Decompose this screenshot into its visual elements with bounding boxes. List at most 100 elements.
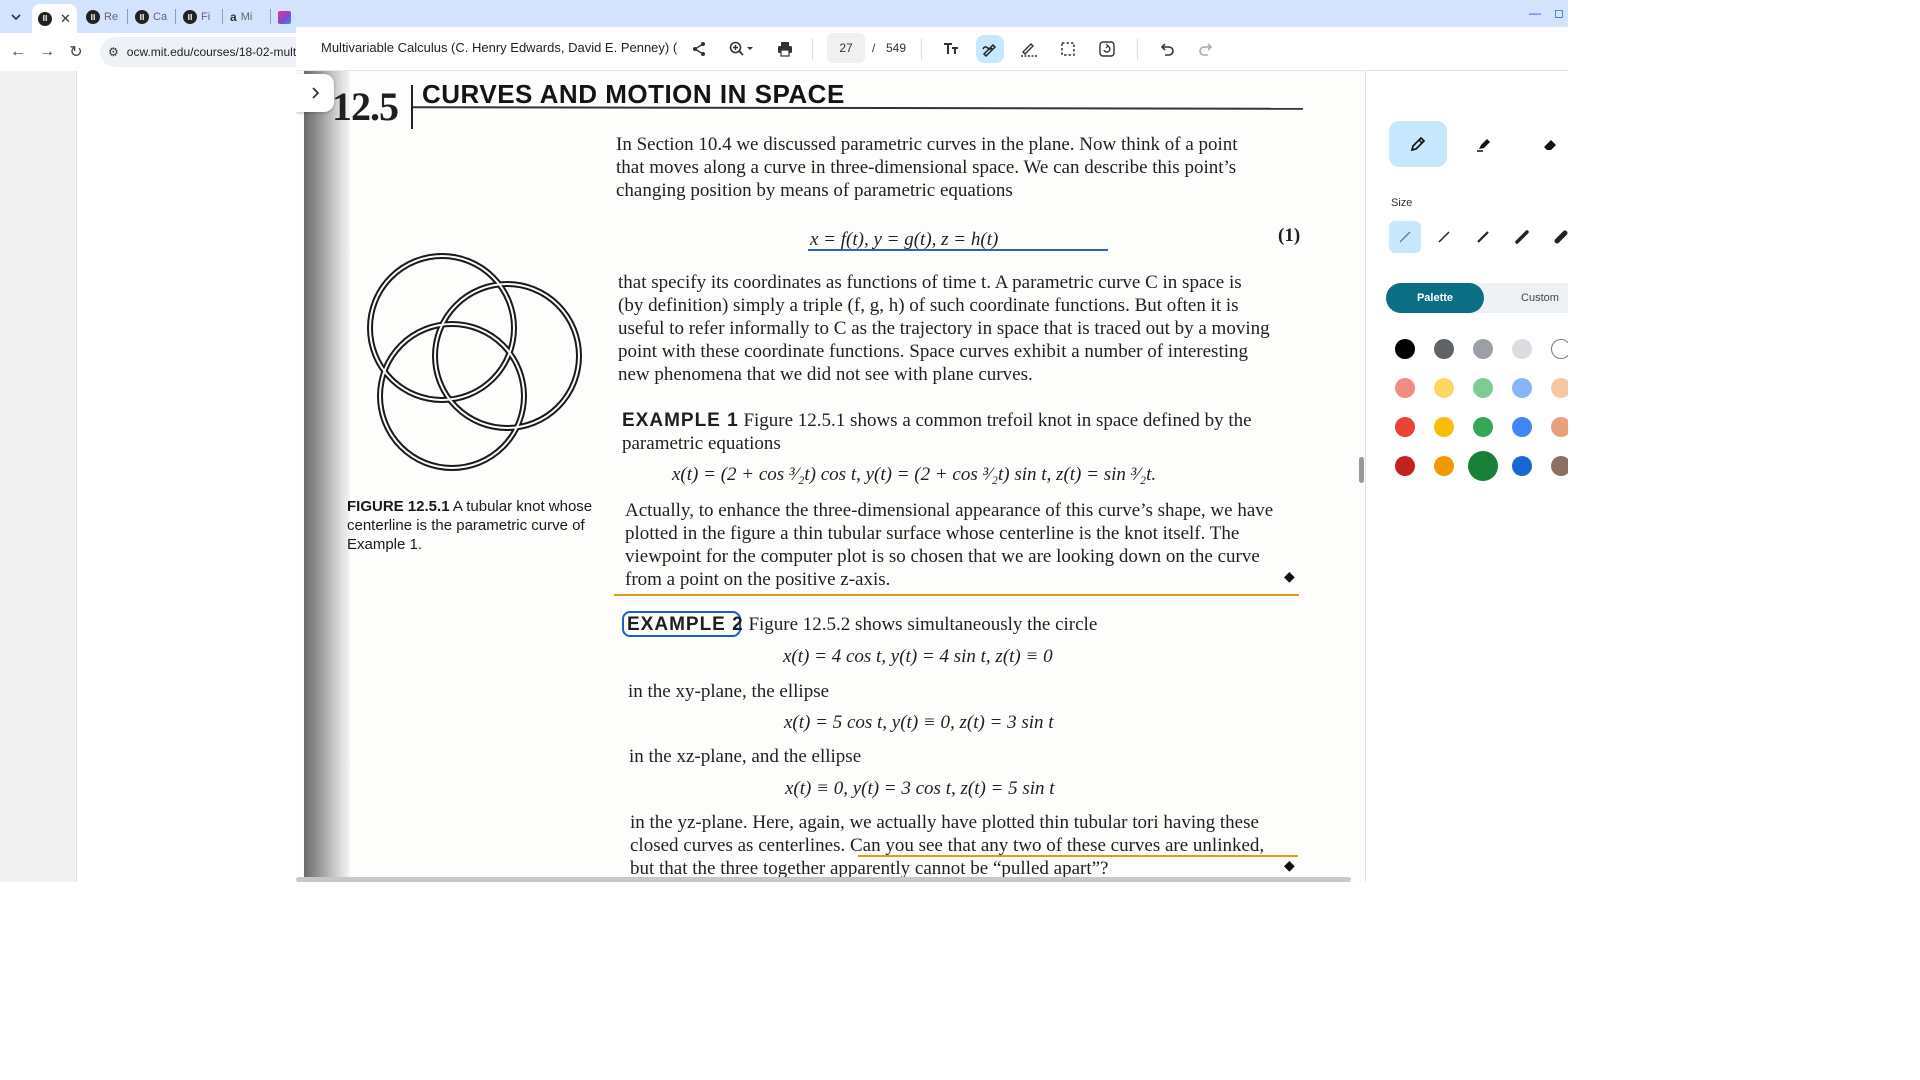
eraser-tool-icon[interactable] xyxy=(1521,121,1568,167)
example-2-text-1: in the xy-plane, the ellipse xyxy=(628,681,830,702)
undo-icon[interactable] xyxy=(1153,35,1181,63)
site-settings-icon[interactable]: ⚙ xyxy=(108,45,119,59)
end-of-example-marker: ◆ xyxy=(1284,857,1295,873)
color-swatch[interactable] xyxy=(1512,417,1532,437)
page-number-input[interactable] xyxy=(827,33,865,63)
tab-close-icon[interactable]: ✕ xyxy=(60,11,71,27)
select-area-icon[interactable] xyxy=(1054,35,1082,63)
forward-arrow-icon[interactable]: → xyxy=(36,41,58,63)
pen-tool-icon[interactable] xyxy=(1389,121,1447,167)
palette-tab[interactable]: Palette xyxy=(1386,283,1484,313)
color-swatch[interactable] xyxy=(1395,417,1415,437)
browser-tab[interactable]: Ⅲ Fi xyxy=(183,4,210,30)
equation-1: x = f(t), y = g(t), z = h(t) xyxy=(810,229,999,250)
color-swatch[interactable] xyxy=(1473,417,1493,437)
back-arrow-icon[interactable]: ← xyxy=(7,41,29,63)
text-line: that moves along a curve in three-dimens… xyxy=(616,157,1237,178)
browser-tab-active[interactable]: Ⅲ ✕ xyxy=(32,4,77,33)
highlighter-tool-icon[interactable] xyxy=(1455,121,1513,167)
color-swatch[interactable] xyxy=(1551,456,1568,476)
draw-annotation-icon[interactable] xyxy=(976,35,1004,63)
text-line: Actually, to enhance the three-dimension… xyxy=(625,500,1274,521)
address-bar[interactable]: ⚙ ocw.mit.edu/courses/18-02-mult xyxy=(100,37,310,67)
tab-label: Re xyxy=(104,11,119,23)
text-line: (by definition) simply a triple (f, g, h… xyxy=(618,295,1239,316)
example-2-equation-3: x(t) ≡ 0, y(t) = 3 cos t, z(t) = 5 sin t xyxy=(785,778,1055,799)
page-content-area xyxy=(76,71,296,882)
paragraph-2: that specify its coordinates as function… xyxy=(618,271,1308,386)
color-swatch[interactable] xyxy=(1512,378,1532,398)
book-spine-shadow xyxy=(304,71,350,882)
text-line: Figure 12.5.2 shows simultaneously the c… xyxy=(743,614,1098,635)
size-option-1[interactable] xyxy=(1389,221,1421,253)
browser-tab[interactable]: Ⅲ Re xyxy=(86,4,118,30)
browser-tab[interactable] xyxy=(278,4,291,30)
redo-icon[interactable] xyxy=(1192,35,1220,63)
share-icon[interactable] xyxy=(685,35,713,63)
rotate-icon[interactable] xyxy=(1093,35,1121,63)
size-option-5[interactable] xyxy=(1545,221,1568,253)
equation-number: (1) xyxy=(1278,225,1301,246)
minimize-icon[interactable]: — xyxy=(1526,4,1544,22)
text-annotation-icon[interactable] xyxy=(937,35,965,63)
figure-caption: FIGURE 12.5.1 A tubular knot whose cente… xyxy=(347,497,602,554)
color-swatch[interactable] xyxy=(1473,339,1493,359)
color-swatch[interactable] xyxy=(1434,378,1454,398)
zoom-in-icon xyxy=(729,41,753,56)
example-2-paragraph: in the yz-plane. Here, again, we actuall… xyxy=(630,811,1330,880)
color-swatch[interactable] xyxy=(1395,378,1415,398)
tab-search-chevron-icon[interactable] xyxy=(6,7,26,27)
browser-nav-bar: ← → ↻ ⚙ ocw.mit.edu/courses/18-02-mult xyxy=(0,33,310,71)
size-option-2[interactable] xyxy=(1428,221,1460,253)
color-swatch[interactable] xyxy=(1395,339,1415,359)
intro-paragraph: In Section 10.4 we discussed parametric … xyxy=(616,133,1306,202)
zoom-dropdown[interactable] xyxy=(722,35,762,63)
color-swatch[interactable] xyxy=(1551,339,1568,359)
tab-separator xyxy=(270,9,271,24)
figure-caption-label: FIGURE 12.5.1 xyxy=(347,498,450,515)
color-swatch[interactable] xyxy=(1395,456,1415,476)
tab-label: Fi xyxy=(201,11,211,23)
mit-favicon-icon: Ⅲ xyxy=(183,10,197,24)
maximize-icon[interactable]: ◻ xyxy=(1550,4,1568,22)
text-line-highlighted: Can you see that any two of these curves… xyxy=(850,835,1265,856)
size-option-4[interactable] xyxy=(1506,221,1538,253)
vertical-scrollbar-thumb[interactable] xyxy=(1359,457,1364,483)
example-1-label: EXAMPLE 1 xyxy=(622,410,739,431)
reload-icon[interactable]: ↻ xyxy=(65,41,87,63)
color-swatch[interactable] xyxy=(1512,339,1532,359)
pdf-page: 12.5 CURVES AND MOTION IN SPACE In Secti… xyxy=(296,71,1365,882)
color-swatch[interactable] xyxy=(1473,378,1493,398)
color-swatch[interactable] xyxy=(1434,456,1454,476)
size-option-3[interactable] xyxy=(1467,221,1499,253)
color-swatch[interactable] xyxy=(1551,378,1568,398)
tab-separator xyxy=(127,9,128,24)
section-title: CURVES AND MOTION IN SPACE xyxy=(422,79,845,109)
color-swatch[interactable] xyxy=(1551,417,1568,437)
text-line: from a point on the positive z-axis. xyxy=(625,569,891,590)
color-swatch[interactable] xyxy=(1434,417,1454,437)
color-swatch[interactable] xyxy=(1468,451,1498,481)
text-line: parametric equations xyxy=(622,433,781,454)
color-swatch[interactable] xyxy=(1434,339,1454,359)
color-swatch[interactable] xyxy=(1512,456,1532,476)
document-title: Multivariable Calculus (C. Henry Edwards… xyxy=(321,40,678,55)
pdf-viewer[interactable]: 12.5 CURVES AND MOTION IN SPACE In Secti… xyxy=(296,71,1365,882)
browser-tab[interactable]: a Mi xyxy=(230,4,252,30)
mit-favicon-icon: Ⅲ xyxy=(86,10,100,24)
horizontal-scrollbar[interactable] xyxy=(296,877,1351,882)
browser-tab[interactable]: Ⅲ Ca xyxy=(135,4,167,30)
print-icon[interactable] xyxy=(771,35,799,63)
trefoil-knot-figure xyxy=(367,253,582,471)
text-line: new phenomena that we did not see with p… xyxy=(618,364,1033,385)
example-2-text-2: in the xz-plane, and the ellipse xyxy=(629,746,862,767)
sidebar-toggle-chevron-icon[interactable] xyxy=(296,74,334,112)
text-line: Figure 12.5.1 shows a common trefoil kno… xyxy=(738,410,1252,431)
example-1-intro: EXAMPLE 1 Figure 12.5.1 shows a common t… xyxy=(622,409,1312,455)
pdf-toolbar: Multivariable Calculus (C. Henry Edwards… xyxy=(296,27,1568,71)
text-line: in the yz-plane. Here, again, we actuall… xyxy=(630,812,1259,833)
example-1-paragraph: Actually, to enhance the three-dimension… xyxy=(625,499,1315,591)
signature-icon[interactable] xyxy=(1015,35,1043,63)
annotation-underline-blue xyxy=(808,249,1108,251)
custom-tab[interactable]: Custom xyxy=(1498,283,1568,313)
